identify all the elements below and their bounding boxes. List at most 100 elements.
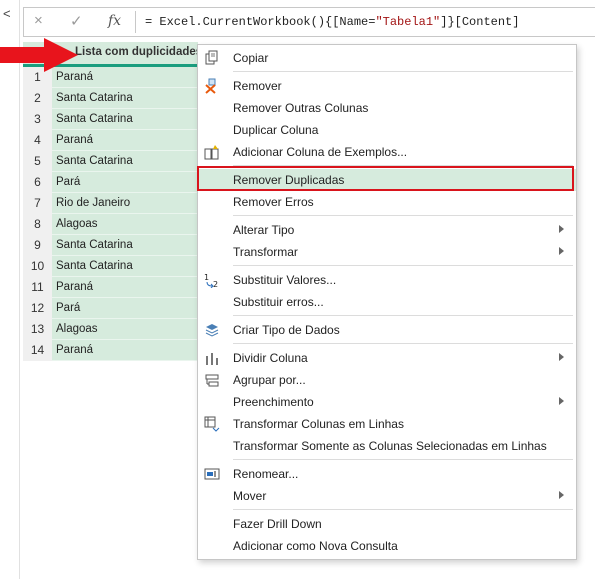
table-row[interactable]: 5 Santa Catarina bbox=[23, 151, 198, 173]
menu-item-substituir-valores[interactable]: 1 2 Substituir Valores... bbox=[198, 269, 576, 291]
cancel-icon[interactable]: × bbox=[34, 12, 43, 29]
collapse-chevron-icon[interactable]: < bbox=[3, 6, 11, 21]
check-icon[interactable]: ✓ bbox=[70, 12, 83, 30]
menu-item-label: Agrupar por... bbox=[233, 373, 306, 387]
menu-item-preenchimento[interactable]: Preenchimento bbox=[198, 391, 576, 413]
row-index: 13 bbox=[23, 319, 52, 341]
svg-text:2: 2 bbox=[213, 280, 218, 288]
table-row[interactable]: 7 Rio de Janeiro bbox=[23, 193, 198, 215]
row-index: 3 bbox=[23, 109, 52, 131]
left-panel: < bbox=[0, 0, 20, 579]
menu-item-criar-tipo-de-dados[interactable]: Criar Tipo de Dados bbox=[198, 319, 576, 341]
table-cell[interactable]: Alagoas bbox=[52, 319, 198, 340]
row-index: 9 bbox=[23, 235, 52, 257]
menu-item-agrupar-por[interactable]: Agrupar por... bbox=[198, 369, 576, 391]
menu-item-duplicar-coluna[interactable]: Duplicar Coluna bbox=[198, 119, 576, 141]
submenu-arrow-icon bbox=[559, 353, 564, 361]
formula-bar: × ✓ fx = Excel.CurrentWorkbook(){[Name="… bbox=[23, 7, 595, 37]
table-row[interactable]: 8 Alagoas bbox=[23, 214, 198, 236]
group-by-icon bbox=[204, 372, 220, 388]
table-row[interactable]: 13 Alagoas bbox=[23, 319, 198, 341]
row-index: 14 bbox=[23, 340, 52, 362]
row-index: 8 bbox=[23, 214, 52, 236]
menu-item-label: Renomear... bbox=[233, 467, 299, 481]
menu-item-adicionar-coluna-de-exemplos[interactable]: Adicionar Coluna de Exemplos... bbox=[198, 141, 576, 163]
table-cell[interactable]: Paraná bbox=[52, 340, 198, 361]
table-cell[interactable]: Rio de Janeiro bbox=[52, 193, 198, 214]
menu-item-label: Remover Outras Colunas bbox=[233, 101, 369, 115]
submenu-arrow-icon bbox=[559, 225, 564, 233]
menu-separator bbox=[233, 71, 573, 72]
table-row[interactable]: 12 Pará bbox=[23, 298, 198, 320]
menu-item-mover[interactable]: Mover bbox=[198, 485, 576, 507]
submenu-arrow-icon bbox=[559, 491, 564, 499]
table-cell[interactable]: Alagoas bbox=[52, 214, 198, 235]
table-row[interactable]: 10 Santa Catarina bbox=[23, 256, 198, 278]
remove-column-icon bbox=[204, 78, 220, 94]
submenu-arrow-icon bbox=[559, 397, 564, 405]
menu-item-transformar-colunas-em-linhas[interactable]: Transformar Colunas em Linhas bbox=[198, 413, 576, 435]
formula-input[interactable]: = Excel.CurrentWorkbook(){[Name="Tabela1… bbox=[145, 15, 519, 29]
table-row[interactable]: 4 Paraná bbox=[23, 130, 198, 152]
menu-item-remover-erros[interactable]: Remover Erros bbox=[198, 191, 576, 213]
menu-item-label: Remover Erros bbox=[233, 195, 314, 209]
menu-item-label: Substituir erros... bbox=[233, 295, 324, 309]
table-cell[interactable]: Santa Catarina bbox=[52, 109, 198, 130]
menu-item-remover-outras-colunas[interactable]: Remover Outras Colunas bbox=[198, 97, 576, 119]
menu-item-label: Transformar Somente as Colunas Seleciona… bbox=[233, 439, 547, 453]
menu-item-label: Dividir Coluna bbox=[233, 351, 308, 365]
table-row[interactable]: 11 Paraná bbox=[23, 277, 198, 299]
menu-item-label: Alterar Tipo bbox=[233, 223, 295, 237]
menu-item-label: Preenchimento bbox=[233, 395, 314, 409]
fx-icon[interactable]: fx bbox=[108, 13, 121, 29]
split-column-icon bbox=[204, 350, 220, 366]
row-index: 4 bbox=[23, 130, 52, 152]
menu-item-label: Adicionar como Nova Consulta bbox=[233, 539, 398, 553]
formula-prefix: = Excel.CurrentWorkbook(){[Name= bbox=[145, 15, 376, 29]
row-index: 10 bbox=[23, 256, 52, 278]
menu-item-transformar[interactable]: Transformar bbox=[198, 241, 576, 263]
menu-item-label: Remover bbox=[233, 79, 282, 93]
submenu-arrow-icon bbox=[559, 247, 564, 255]
replace-values-icon: 12 bbox=[204, 272, 220, 289]
table-cell[interactable]: Pará bbox=[52, 298, 198, 319]
menu-item-dividir-coluna[interactable]: Dividir Coluna bbox=[198, 347, 576, 369]
menu-item-transformar-somente-as-colunas-selecionadas-em-linhas[interactable]: Transformar Somente as Colunas Seleciona… bbox=[198, 435, 576, 457]
menu-item-fazer-drill-down[interactable]: Fazer Drill Down bbox=[198, 513, 576, 535]
row-index: 2 bbox=[23, 88, 52, 110]
menu-separator bbox=[233, 459, 573, 460]
menu-item-copiar[interactable]: Copiar bbox=[198, 47, 576, 69]
formula-suffix: ]}[Content] bbox=[440, 15, 520, 29]
table-row[interactable]: 3 Santa Catarina bbox=[23, 109, 198, 131]
menu-item-adicionar-como-nova-consulta[interactable]: Adicionar como Nova Consulta bbox=[198, 535, 576, 557]
table-row[interactable]: 9 Santa Catarina bbox=[23, 235, 198, 257]
table-cell[interactable]: Santa Catarina bbox=[52, 256, 198, 277]
menu-item-label: Transformar Colunas em Linhas bbox=[233, 417, 404, 431]
table-row[interactable]: 6 Pará bbox=[23, 172, 198, 194]
row-index: 7 bbox=[23, 193, 52, 215]
menu-item-remover[interactable]: Remover bbox=[198, 75, 576, 97]
menu-item-substituir-erros[interactable]: Substituir erros... bbox=[198, 291, 576, 313]
table-cell[interactable]: Santa Catarina bbox=[52, 151, 198, 172]
table-row[interactable]: 14 Paraná bbox=[23, 340, 198, 362]
data-grid: Lista com duplicidades 1 Paraná 2 Santa Cat… bbox=[23, 42, 202, 362]
row-index: 6 bbox=[23, 172, 52, 194]
table-cell[interactable]: Pará bbox=[52, 172, 198, 193]
row-index: 5 bbox=[23, 151, 52, 173]
menu-item-alterar-tipo[interactable]: Alterar Tipo bbox=[198, 219, 576, 241]
menu-item-label: Fazer Drill Down bbox=[233, 517, 322, 531]
table-cell[interactable]: Santa Catarina bbox=[52, 88, 198, 109]
rename-icon bbox=[204, 466, 220, 482]
table-row[interactable]: 2 Santa Catarina bbox=[23, 88, 198, 110]
formula-string: "Tabela1" bbox=[375, 15, 441, 29]
table-cell[interactable]: Paraná bbox=[52, 130, 198, 151]
svg-text:1: 1 bbox=[204, 273, 209, 282]
menu-item-label: Mover bbox=[233, 489, 267, 503]
menu-separator bbox=[233, 343, 573, 344]
unpivot-icon bbox=[204, 416, 220, 432]
table-cell[interactable]: Paraná bbox=[52, 277, 198, 298]
copy-icon bbox=[204, 50, 220, 66]
table-cell[interactable]: Santa Catarina bbox=[52, 235, 198, 256]
menu-item-label: Transformar bbox=[233, 245, 298, 259]
menu-item-renomear[interactable]: Renomear... bbox=[198, 463, 576, 485]
